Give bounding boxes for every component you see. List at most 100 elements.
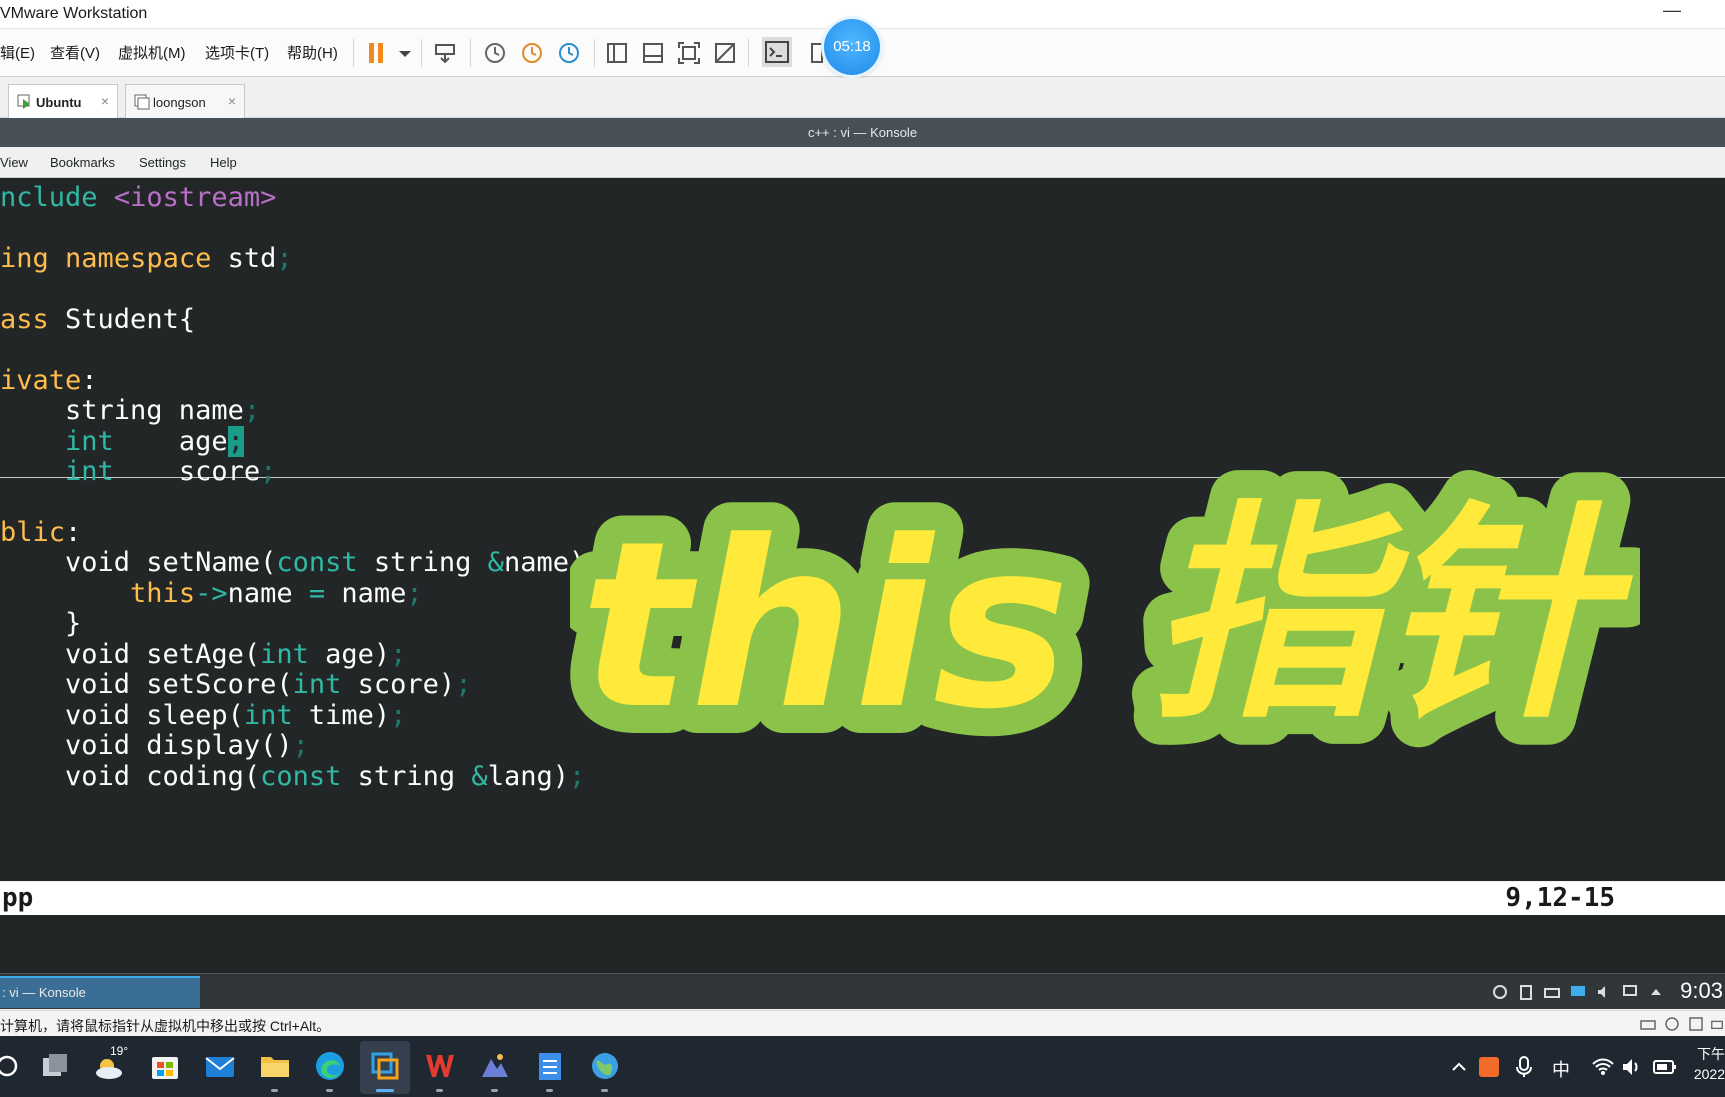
hdd-icon[interactable] [1640, 1016, 1656, 1032]
close-icon[interactable]: × [101, 93, 109, 109]
search-icon[interactable] [0, 1049, 24, 1083]
clipboard-icon[interactable] [1518, 984, 1534, 1000]
maps-icon[interactable] [588, 1049, 622, 1083]
menu-help[interactable]: 帮助(H) [287, 42, 338, 63]
toolbar-separator [353, 39, 354, 67]
running-indicator [491, 1089, 498, 1092]
menu-view[interactable]: 查看(V) [50, 42, 100, 63]
guest-clock[interactable]: 9:03 [1680, 978, 1723, 1004]
recording-timer[interactable]: 05:18 [824, 19, 880, 75]
task-view-icon[interactable] [38, 1049, 72, 1083]
snapshot-icon[interactable] [483, 41, 507, 65]
vmware-icon[interactable] [368, 1049, 402, 1083]
toolbar-separator [748, 39, 749, 67]
notepad-icon[interactable] [533, 1049, 567, 1083]
code-line: ing namespace std; [0, 243, 293, 274]
vm-icon [134, 94, 150, 110]
code-line: void setName(const string &name){ [0, 547, 602, 578]
menu-edit[interactable]: 辑(E) [0, 42, 35, 63]
menu-tabs[interactable]: 选项卡(T) [205, 42, 269, 63]
store-icon[interactable] [148, 1049, 182, 1083]
code-line: int score; [65, 456, 277, 487]
speaker-icon[interactable] [1622, 1058, 1642, 1076]
vm-running-icon [17, 94, 30, 109]
unity-icon[interactable] [713, 41, 737, 65]
code-line: void display(); [0, 730, 309, 761]
code-line: int age; [65, 426, 244, 457]
konsole-menu-bar: View Bookmarks Settings Help [0, 147, 1725, 178]
chevron-down-icon[interactable] [393, 41, 417, 65]
wifi-icon[interactable] [1592, 1058, 1614, 1076]
printer-icon[interactable] [1710, 1016, 1724, 1032]
network-icon[interactable] [1622, 984, 1638, 1000]
tab-label: loongson [153, 95, 206, 110]
windows-taskbar: 19° 中 下午 2022 [0, 1036, 1725, 1097]
send-keys-icon[interactable] [433, 41, 457, 65]
volume-icon[interactable] [1596, 984, 1612, 1000]
running-indicator [326, 1089, 333, 1092]
vmware-status-bar: 计算机，请将鼠标指针从虚拟机中移出或按 Ctrl+Alt。 [0, 1010, 1725, 1036]
pause-icon[interactable] [365, 41, 389, 65]
running-indicator [601, 1089, 608, 1092]
vi-status-line: pp 9,12-15 [0, 882, 1725, 915]
chevron-up-icon[interactable] [1450, 1058, 1468, 1076]
status-message: 计算机，请将鼠标指针从虚拟机中移出或按 Ctrl+Alt。 [0, 1018, 331, 1034]
console-view-icon[interactable] [762, 37, 792, 67]
terminal-empty-area [0, 915, 1725, 973]
revert-snapshot-icon[interactable] [520, 41, 544, 65]
display-icon[interactable] [1570, 984, 1586, 1000]
app-icon[interactable] [478, 1049, 512, 1083]
battery-icon[interactable] [1653, 1059, 1677, 1075]
running-indicator [546, 1089, 553, 1092]
keyboard-icon[interactable] [1544, 984, 1560, 1000]
file-explorer-icon[interactable] [258, 1049, 292, 1083]
code-line: this->name = name; [130, 578, 423, 609]
mail-icon[interactable] [203, 1049, 237, 1083]
close-icon[interactable]: × [228, 93, 236, 109]
tray-icon[interactable] [1492, 984, 1508, 1000]
windows-clock[interactable]: 下午 2022 [1694, 1044, 1725, 1084]
task-konsole[interactable]: : vi — Konsole [0, 976, 200, 1008]
code-line: nclude <iostream> [0, 182, 277, 213]
menu-help[interactable]: Help [210, 155, 237, 170]
toolbar-separator [470, 39, 471, 67]
code-line: void setScore(int score); [0, 669, 472, 700]
code-line: ivate: [0, 365, 98, 396]
cd-icon[interactable] [1664, 1016, 1680, 1032]
menu-view[interactable]: View [0, 155, 28, 170]
snapshot-manager-icon[interactable] [557, 41, 581, 65]
menu-vm[interactable]: 虚拟机(M) [118, 42, 186, 63]
code-line: void coding(const string &lang); [0, 761, 586, 792]
code-line: } [0, 608, 82, 639]
toolbar-separator [594, 39, 595, 67]
running-indicator [271, 1089, 278, 1092]
network-adapter-icon[interactable] [1688, 1016, 1704, 1032]
edge-icon[interactable] [313, 1049, 347, 1083]
tray-app-icon[interactable] [1478, 1056, 1500, 1078]
fullscreen-icon[interactable] [677, 41, 701, 65]
vmware-title: VMware Workstation [0, 5, 148, 22]
code-line: void setAge(int age); [0, 639, 407, 670]
code-line: void sleep(int time); [0, 700, 407, 731]
weather-temp: 19° [110, 1044, 129, 1058]
wps-icon[interactable] [423, 1049, 457, 1083]
terminal-editor[interactable]: nclude <iostream> ing namespace std; ass… [0, 178, 1725, 881]
active-indicator [376, 1089, 394, 1092]
code-line: ass Student{ [0, 304, 196, 335]
menu-bookmarks[interactable]: Bookmarks [50, 155, 115, 170]
toolbar-separator [421, 39, 422, 67]
thumbnail-view-icon[interactable] [641, 41, 665, 65]
filename: pp [2, 883, 34, 913]
code-line: string name; [0, 395, 261, 426]
tab-loongson[interactable]: loongson × [125, 84, 245, 118]
microphone-icon[interactable] [1515, 1056, 1533, 1078]
text-cursor: ; [227, 426, 244, 457]
ime-indicator[interactable]: 中 [1552, 1056, 1570, 1082]
tray-expand-icon[interactable] [1648, 984, 1664, 1000]
menu-settings[interactable]: Settings [139, 155, 186, 170]
library-view-icon[interactable] [605, 41, 629, 65]
tab-ubuntu[interactable]: Ubuntu × [8, 84, 118, 118]
tab-label: Ubuntu [36, 95, 82, 110]
minimize-button[interactable]: — [1663, 0, 1681, 21]
code-line: blic: [0, 517, 82, 548]
